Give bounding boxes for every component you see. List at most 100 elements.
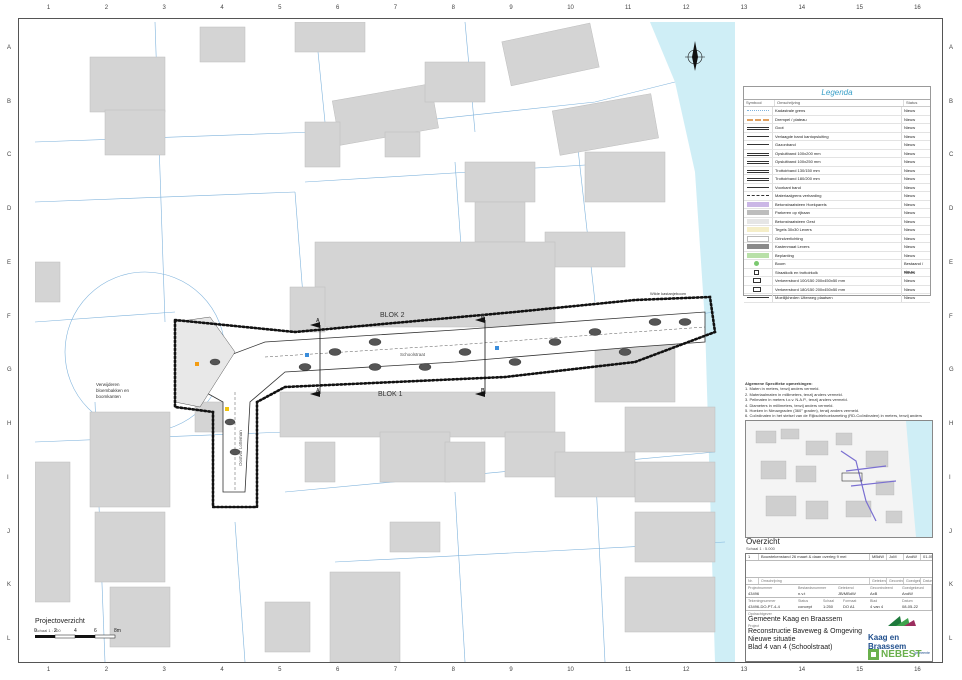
legend-item-status: Bestaand / nieuw [904, 261, 924, 274]
legend-item: Kadastrale grens Nieuw [744, 107, 930, 116]
legend-rows: Kadastrale grens Nieuw Drempel / plateau Ni… [744, 107, 930, 303]
marker-yellow [225, 407, 229, 411]
marker-blue [495, 346, 499, 350]
legend-item-status: Nieuw [904, 184, 916, 190]
legend-item-status: Nieuw [904, 150, 916, 156]
status: concept [798, 604, 813, 609]
grid-column-number: 11 [625, 667, 632, 673]
legend-item: Straatkolk en trottoirkolk Nieuw [744, 268, 930, 277]
legend-item-desc: Gazonband [773, 141, 902, 149]
legend-item: Voorkant band Nieuw [744, 183, 930, 192]
legend-item-desc: Voorkant band [773, 183, 902, 191]
legend-item-desc: Grindverlichting [773, 234, 902, 242]
grid-row-letter: L [7, 636, 11, 643]
scale-bar-graphic [35, 634, 116, 639]
datum-value: 08-05-22 [902, 604, 919, 609]
legend-item-desc: Opsluitband 100x250 mm [773, 158, 902, 166]
section-b-bottom: B [481, 388, 485, 394]
project-info-row1: Projectnummer Bestandsnummer Getekend Ge… [746, 585, 932, 598]
legend-item-status: Nieuw [904, 159, 916, 164]
grid-row-letter: H [7, 421, 12, 428]
blok2-label: BLOK 2 [380, 312, 405, 319]
legend-item: Betonstraatsteen Hoekparels Nieuw [744, 200, 930, 209]
legend-item-desc: Verkeersbord 180/150 200x450x50 mm [773, 285, 902, 293]
rev-date: 01-05-22 [923, 554, 932, 559]
grid-column-number: 2 [104, 5, 109, 11]
legend-item-desc: Betonstraatsteen Hoekparels [773, 200, 902, 208]
legend-item-status: Nieuw [904, 278, 916, 283]
grid-column-number: 15 [856, 5, 863, 11]
schaal: 1:250 [823, 604, 834, 609]
legend-item-desc: Drempel / plateau [773, 115, 902, 123]
dotted-line-icon [744, 107, 773, 115]
legend-item-status: Nieuw [904, 286, 916, 292]
overview-title: Overzicht [746, 537, 780, 546]
scale-tick: 8m [114, 628, 121, 634]
column-ruler-top: 1 2 3 4 5 6 7 8 9 10 11 12 13 14 15 16 [18, 2, 943, 18]
legend-item-desc: Moeilijkheden Uiterweg plaatsen [773, 294, 902, 302]
legend-item: Gazonband Nieuw [744, 141, 930, 150]
grid-row-letter: B [949, 98, 954, 105]
legend-item: Tegels 30x30 Lexers Nieuw [744, 226, 930, 235]
double-line-icon [744, 149, 773, 157]
legend-item-desc: Parkeren op rijbaan [773, 209, 902, 217]
legend-item-desc: Trottoirband 180/200 mm [773, 175, 902, 183]
legend-item: Opsluitband 100x250 mm Nieuw [744, 158, 930, 167]
legend-item-status: Nieuw [904, 142, 916, 147]
legend-item: Grindverlichting Nieuw [744, 234, 930, 243]
legend-col-symbol: Symbool [744, 100, 775, 106]
legend-item: Beplanting Nieuw [744, 251, 930, 260]
gully-icon [744, 268, 773, 276]
grid-row-letter: H [949, 421, 954, 428]
col-datum: Datum [923, 579, 932, 583]
grid-row-letter: K [949, 582, 954, 589]
legend-item-desc: Tegels 30x30 Lexers [773, 226, 902, 234]
legend-item-status: Nieuw [904, 108, 916, 113]
formaat: DO A1 [843, 604, 855, 609]
annotation-tree: Wilde kastanjeboom [650, 291, 687, 296]
project-overview-title: Projectoverzicht [35, 618, 85, 625]
grid-row-letter: F [949, 313, 953, 320]
legend-item: Trottoirband 180/200 mm Nieuw [744, 175, 930, 184]
row-ruler-right: A B C D E F G H I J K L [944, 18, 960, 663]
grid-row-letter: K [7, 582, 12, 589]
legend-item: Opsluitband 100x200 mm Nieuw [744, 149, 930, 158]
bestand: n.v.t [798, 591, 806, 596]
grid-column-number: 7 [393, 667, 398, 673]
revision-row: 1 Bouwtekenstand 26 maart & daan overleg… [746, 554, 932, 561]
legend-title: Legenda [744, 87, 930, 100]
column-ruler-bottom: 1 2 3 4 5 6 7 8 9 10 11 12 13 14 15 16 [18, 664, 943, 680]
col-omschrijving: Omschrijving [759, 578, 870, 584]
grid-column-number: 3 [162, 667, 166, 673]
marker-blue [305, 353, 309, 357]
legend-item-status: Nieuw [904, 244, 916, 249]
thin-line-icon [744, 183, 773, 191]
grid-column-number: 4 [220, 5, 224, 11]
grid-column-number: 9 [509, 5, 513, 11]
grid-row-letter: A [949, 44, 954, 51]
tree-icon [744, 260, 773, 268]
scale-tick: 2 [54, 628, 57, 634]
grid-column-number: 1 [46, 5, 51, 11]
kaag-braassem-logo: Kaag en Braassem gemeente [868, 614, 930, 655]
legend-item-status: Nieuw [904, 201, 916, 207]
client-project-block: Opdrachtgever Gemeente Kaag en Braassem … [746, 611, 868, 653]
grid-row-letter: G [7, 367, 12, 374]
grid-column-number: 10 [567, 667, 574, 673]
legend-item-status: Nieuw [904, 125, 916, 130]
grid-column-number: 5 [278, 667, 282, 673]
rev-who1: MBdW [870, 554, 887, 560]
project-title-line1: Reconstructie Baveweg & Omgeving [748, 628, 862, 635]
legend-item-desc: Opsluitband 100x200 mm [773, 149, 902, 157]
col-goedgekeurd: Goedgekeurd [906, 578, 921, 584]
grid-column-number: 6 [335, 667, 340, 673]
grid-column-number: 13 [740, 667, 748, 673]
annotation-remove-planters: Verwijderen bloembakken en boomkanten [96, 382, 130, 399]
thin-line-icon [744, 132, 773, 140]
grid-row-letter: I [949, 474, 951, 481]
legend-item-status: Nieuw [904, 235, 916, 241]
legend-item-status: Nieuw [904, 133, 916, 139]
legend-item-desc: Verkeersbord 100/150 200x450x50 mm [773, 277, 902, 285]
section-a-top: A [316, 318, 320, 324]
nebest-logo-text: NEBEST [881, 649, 922, 660]
